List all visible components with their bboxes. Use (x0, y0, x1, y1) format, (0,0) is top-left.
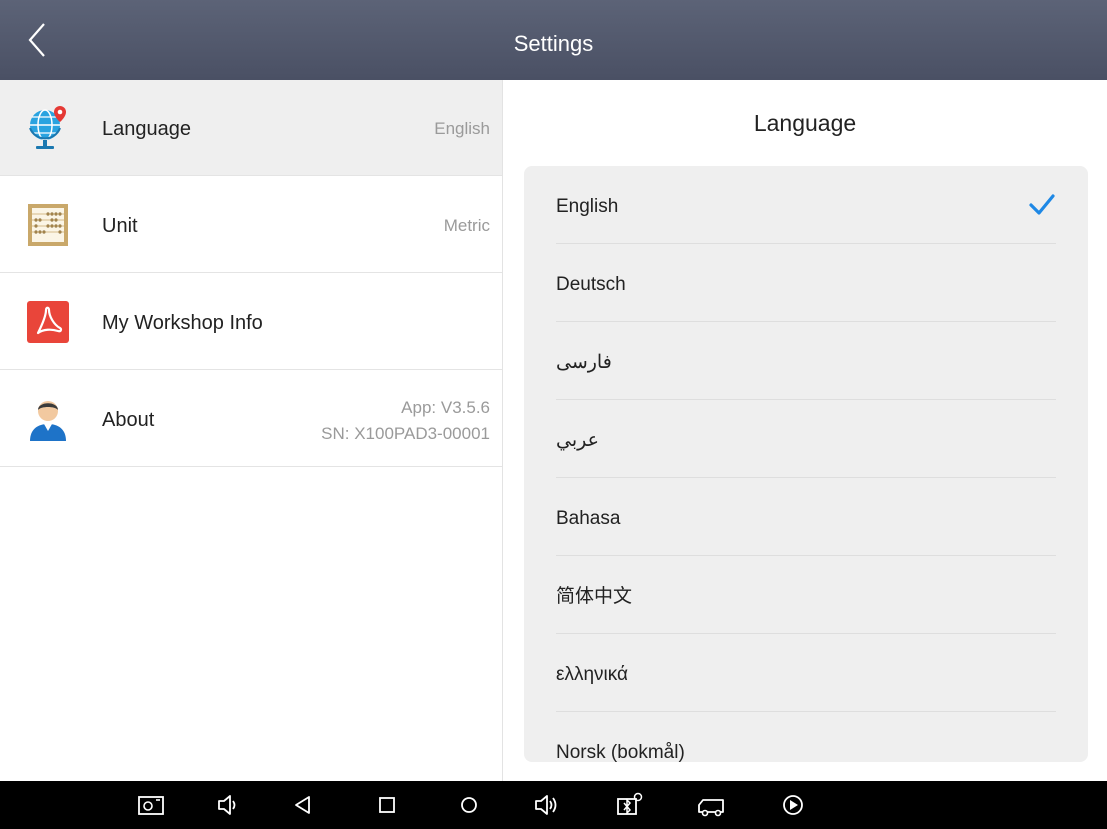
pdf-icon (27, 301, 69, 343)
language-label: Bahasa (556, 508, 621, 529)
settings-item-value: English (434, 119, 490, 138)
settings-item-label: My Workshop Info (102, 312, 263, 334)
language-label: فارسی (556, 352, 612, 373)
recent-apps-icon (379, 797, 395, 813)
settings-item-label: Language (102, 118, 191, 140)
language-option-chinese[interactable]: 简体中文 (556, 556, 1056, 634)
language-list[interactable]: English Deutsch فارسی عربي Bahasa 简体中文 ε… (524, 166, 1088, 762)
settings-list: Language English Unit Metric My Workshop… (0, 80, 502, 781)
settings-item-label: About (102, 409, 155, 431)
play-icon (783, 795, 803, 815)
language-label: 简体中文 (556, 586, 633, 607)
volume-up-icon (535, 795, 557, 815)
page-title: Settings (513, 31, 594, 56)
volume-down-button[interactable] (213, 791, 243, 819)
abacus-icon (28, 204, 68, 246)
language-panel: Language English Deutsch فارسی عربي Baha… (503, 80, 1107, 781)
settings-item-unit[interactable]: Unit Metric (0, 177, 502, 273)
panel-title: Language (753, 110, 857, 136)
language-option-bahasa[interactable]: Bahasa (556, 478, 1056, 556)
settings-item-label: Unit (102, 215, 138, 237)
user-icon (30, 401, 66, 441)
back-icon (295, 796, 310, 814)
app-version: App: V3.5.6 (401, 398, 490, 417)
language-label: English (556, 196, 619, 217)
language-option-deutsch[interactable]: Deutsch (556, 244, 1056, 322)
recent-apps-button[interactable] (372, 791, 402, 819)
language-option-farsi[interactable]: فارسی (556, 322, 1056, 400)
home-button[interactable] (454, 791, 484, 819)
settings-item-about[interactable]: About App: V3.5.6 SN: X100PAD3-00001 (0, 371, 502, 467)
language-label: ελληνικά (556, 664, 629, 685)
language-option-english[interactable]: English (556, 166, 1056, 244)
back-button[interactable] (22, 20, 62, 60)
screenshot-button[interactable] (136, 791, 166, 819)
language-label: عربي (556, 430, 599, 451)
language-option-greek[interactable]: ελληνικά (556, 634, 1056, 712)
settings-item-workshop-info[interactable]: My Workshop Info (0, 274, 502, 370)
nav-back-button[interactable] (288, 791, 318, 819)
system-nav-bar (0, 781, 1107, 829)
volume-down-icon (218, 795, 236, 815)
language-label: Deutsch (556, 274, 626, 295)
language-option-norsk[interactable]: Norsk (bokmål) (556, 712, 1056, 762)
truck-button[interactable] (696, 791, 726, 819)
language-label: Norsk (bokmål) (556, 742, 685, 762)
settings-item-language[interactable]: Language English (0, 80, 502, 176)
chevron-left-icon (28, 23, 45, 57)
language-option-arabic[interactable]: عربي (556, 400, 1056, 478)
home-icon (461, 797, 477, 813)
settings-item-value: Metric (443, 216, 490, 235)
play-button[interactable] (778, 791, 808, 819)
app-header: Settings (0, 0, 1107, 80)
globe-icon (29, 106, 66, 149)
about-info: App: V3.5.6 SN: X100PAD3-00001 (321, 395, 490, 447)
screenshot-icon (138, 796, 164, 815)
serial-number: SN: X100PAD3-00001 (321, 424, 490, 443)
vci-bluetooth-button[interactable] (614, 791, 644, 819)
checkmark-icon (1029, 194, 1055, 215)
volume-up-button[interactable] (532, 791, 562, 819)
bluetooth-vci-icon (617, 792, 643, 815)
truck-icon (698, 799, 724, 817)
